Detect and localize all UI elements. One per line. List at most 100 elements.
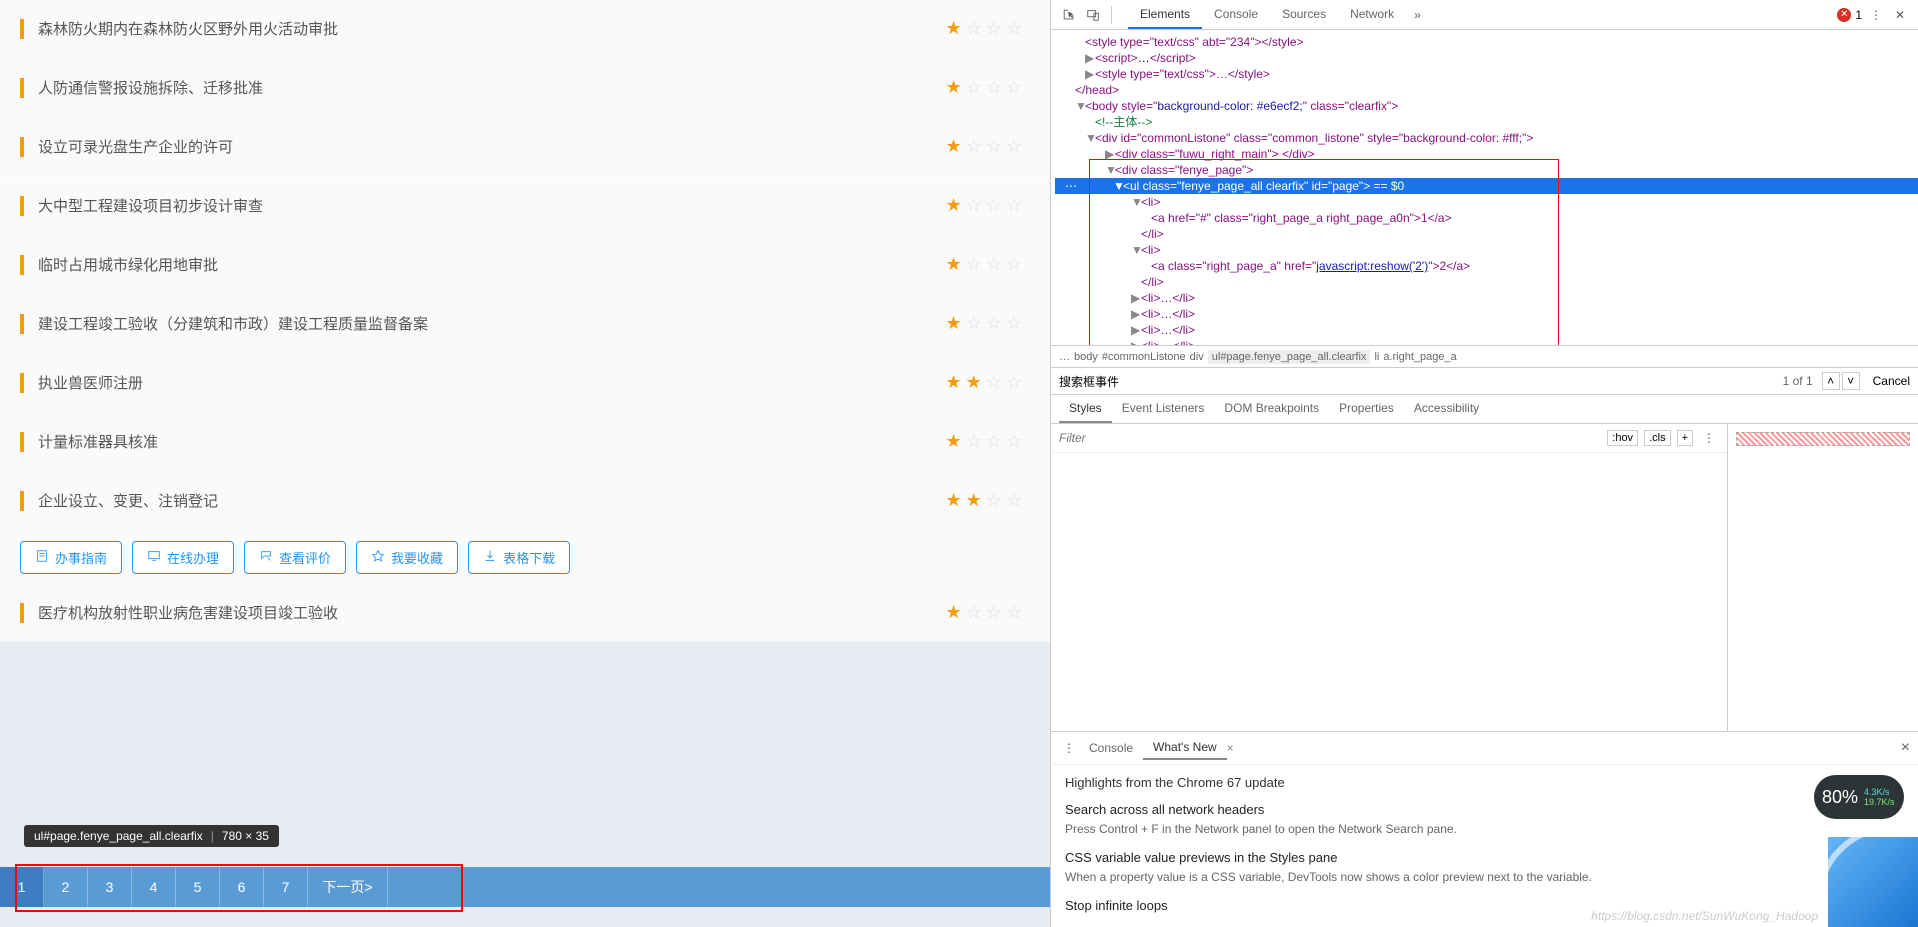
star-rating[interactable]: ★☆☆☆: [945, 431, 1022, 452]
star-icon: ☆: [986, 490, 1002, 511]
online-button[interactable]: 在线办理: [132, 541, 234, 574]
bc-body[interactable]: body: [1074, 351, 1098, 363]
selected-element[interactable]: ⋯▼<ul class="fenye_page_all clearfix" id…: [1055, 178, 1918, 194]
drawer-menu-icon[interactable]: ⋮: [1059, 738, 1079, 758]
page-link-5[interactable]: 5: [176, 867, 220, 907]
subtab-properties[interactable]: Properties: [1329, 395, 1404, 423]
star-rating[interactable]: ★☆☆☆: [945, 254, 1022, 275]
settings-icon[interactable]: ⋮: [1866, 5, 1886, 25]
drawer-tab-close-icon[interactable]: ×: [1227, 741, 1234, 755]
star-icon: ☆: [1006, 602, 1022, 623]
search-input[interactable]: [1059, 374, 1783, 388]
bc-more[interactable]: …: [1059, 351, 1070, 363]
star-rating[interactable]: ★☆☆☆: [945, 77, 1022, 98]
list-item[interactable]: 计量标准器具核准★☆☆☆: [0, 413, 1050, 471]
star-icon: ☆: [986, 254, 1002, 275]
subtab-styles[interactable]: Styles: [1059, 395, 1112, 423]
service-list: 森林防火期内在森林防火区野外用火活动审批★☆☆☆人防通信警报设施拆除、迁移批准★…: [0, 0, 1050, 642]
star-rating[interactable]: ★☆☆☆: [945, 136, 1022, 157]
new-rule-icon[interactable]: +: [1677, 430, 1693, 446]
list-item[interactable]: 医疗机构放射性职业病危害建设项目竣工验收★☆☆☆: [0, 584, 1050, 642]
cls-toggle[interactable]: .cls: [1644, 430, 1671, 446]
guide-button[interactable]: 办事指南: [20, 541, 122, 574]
divider: [1111, 6, 1112, 24]
star-icon: ☆: [966, 195, 982, 216]
list-item[interactable]: 执业兽医师注册★★☆☆: [0, 354, 1050, 412]
list-item[interactable]: 设立可录光盘生产企业的许可★☆☆☆: [0, 118, 1050, 176]
drawer-close-icon[interactable]: ×: [1901, 739, 1910, 757]
list-item[interactable]: 森林防火期内在森林防火区野外用火活动审批★☆☆☆: [0, 0, 1050, 58]
page-link-4[interactable]: 4: [132, 867, 176, 907]
star-icon: ★: [945, 490, 961, 511]
tabs-more-icon[interactable]: »: [1414, 8, 1421, 22]
subtab-dom-breakpoints[interactable]: DOM Breakpoints: [1214, 395, 1329, 423]
search-prev-icon[interactable]: ˄: [1822, 372, 1840, 390]
page-link-7[interactable]: 7: [264, 867, 308, 907]
list-item[interactable]: 临时占用城市绿化用地审批★☆☆☆: [0, 236, 1050, 294]
star-rating[interactable]: ★☆☆☆: [945, 602, 1022, 623]
close-devtools-icon[interactable]: ✕: [1890, 5, 1910, 25]
page-link-6[interactable]: 6: [220, 867, 264, 907]
star-rating[interactable]: ★☆☆☆: [945, 313, 1022, 334]
subtab-event-listeners[interactable]: Event Listeners: [1112, 395, 1215, 423]
search-cancel-button[interactable]: Cancel: [1873, 374, 1910, 388]
review-icon: [259, 549, 273, 566]
favorite-button[interactable]: 我要收藏: [356, 541, 458, 574]
list-item[interactable]: 企业设立、变更、注销登记★★☆☆: [0, 472, 1050, 530]
star-icon: ★: [945, 18, 961, 39]
elements-tree[interactable]: <style type="text/css" abt="234"></style…: [1051, 30, 1918, 345]
styles-more-icon[interactable]: ⋮: [1699, 428, 1719, 448]
error-badge-icon: ✕: [1837, 8, 1851, 22]
network-speed-widget: 80% 4.3K/s 19.7K/s: [1814, 775, 1904, 819]
star-icon: ☆: [1006, 136, 1022, 157]
bc-a[interactable]: a.right_page_a: [1383, 351, 1456, 363]
page-link-3[interactable]: 3: [88, 867, 132, 907]
page-link-2[interactable]: 2: [44, 867, 88, 907]
star-icon: ☆: [966, 77, 982, 98]
elements-subtabs: Styles Event Listeners DOM Breakpoints P…: [1051, 395, 1918, 424]
star-icon: ★: [945, 313, 961, 334]
search-next-icon[interactable]: ˅: [1842, 372, 1860, 390]
inspect-icon[interactable]: [1059, 5, 1079, 25]
star-icon: ☆: [986, 431, 1002, 452]
bc-div[interactable]: div: [1190, 351, 1204, 363]
page-next-button[interactable]: 下一页>: [308, 867, 388, 907]
page-link-1[interactable]: 1: [0, 867, 44, 907]
tab-network[interactable]: Network: [1338, 1, 1406, 29]
styles-panel: :hov .cls + ⋮: [1051, 424, 1918, 731]
tab-console[interactable]: Console: [1202, 1, 1270, 29]
list-item[interactable]: 人防通信警报设施拆除、迁移批准★☆☆☆: [0, 59, 1050, 117]
bc-commonlistone[interactable]: #commonListone: [1102, 351, 1186, 363]
guide-icon: [35, 549, 49, 566]
star-rating[interactable]: ★☆☆☆: [945, 195, 1022, 216]
list-item[interactable]: 建设工程竣工验收（分建筑和市政）建设工程质量监督备案★☆☆☆: [0, 295, 1050, 353]
star-icon: ☆: [1006, 431, 1022, 452]
review-button[interactable]: 查看评价: [244, 541, 346, 574]
error-indicator[interactable]: ✕ 1: [1837, 8, 1862, 22]
star-rating[interactable]: ★★☆☆: [945, 490, 1022, 511]
styles-filter-input[interactable]: [1059, 431, 1601, 445]
star-rating[interactable]: ★★☆☆: [945, 372, 1022, 393]
star-icon: ★: [945, 136, 961, 157]
star-rating[interactable]: ★☆☆☆: [945, 18, 1022, 39]
star-icon: ★: [945, 602, 961, 623]
drawer-tab-whatsnew[interactable]: What's New: [1143, 736, 1227, 760]
item-title: 临时占用城市绿化用地审批: [38, 254, 945, 275]
list-item[interactable]: 大中型工程建设项目初步设计审查★☆☆☆: [0, 177, 1050, 235]
bc-li[interactable]: li: [1374, 351, 1379, 363]
hov-toggle[interactable]: :hov: [1607, 430, 1638, 446]
bc-ul-page[interactable]: ul#page.fenye_page_all.clearfix: [1208, 350, 1371, 364]
star-icon: ☆: [1006, 195, 1022, 216]
download-button[interactable]: 表格下载: [468, 541, 570, 574]
item-title: 设立可录光盘生产企业的许可: [38, 136, 945, 157]
net-percent: 80%: [1822, 787, 1858, 808]
online-icon: [147, 549, 161, 566]
subtab-accessibility[interactable]: Accessibility: [1404, 395, 1489, 423]
star-icon: ☆: [986, 77, 1002, 98]
device-icon[interactable]: [1083, 5, 1103, 25]
tab-sources[interactable]: Sources: [1270, 1, 1338, 29]
devtools-drawer: ⋮ Console What's New × × Highlights from…: [1051, 731, 1918, 927]
drawer-tab-console[interactable]: Console: [1079, 737, 1143, 759]
star-icon: ☆: [986, 602, 1002, 623]
tab-elements[interactable]: Elements: [1128, 1, 1202, 29]
